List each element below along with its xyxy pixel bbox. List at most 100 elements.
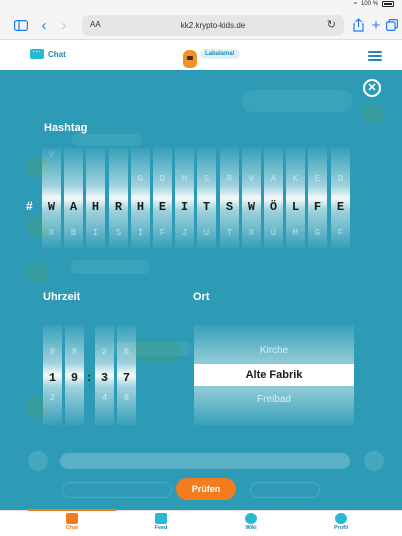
wheel-letter: F: [159, 228, 166, 238]
mascot-speech-bubble: Labalama!: [200, 49, 240, 59]
wheel-letter: U: [203, 228, 210, 238]
selected-digit: 9: [70, 371, 79, 385]
address-bar[interactable]: AA kk2.krypto-kids.de ↻: [82, 15, 344, 36]
time-digit-wheel[interactable]: 89: [65, 325, 84, 425]
menu-icon[interactable]: [368, 51, 382, 61]
background-message-bubble: [70, 260, 150, 274]
close-icon[interactable]: ✕: [363, 79, 381, 97]
background-send-button: [364, 451, 384, 471]
wheel-letter: G: [314, 228, 321, 238]
tab-feed[interactable]: Feed: [136, 513, 186, 531]
background-composer: [28, 451, 386, 471]
letter-wheel[interactable]: K L M: [286, 148, 305, 248]
wheel-letter: I: [137, 228, 144, 238]
background-message-field: [60, 453, 350, 469]
selected-letter: W: [47, 200, 56, 214]
tab-label: Profil: [333, 525, 349, 531]
time-digit-wheel[interactable]: 0 1 2: [43, 325, 62, 425]
forward-icon[interactable]: ›: [58, 15, 70, 35]
letter-wheel[interactable]: G H I: [131, 148, 150, 248]
wheel-digit: 8: [71, 347, 78, 357]
wheel-letter: D: [159, 174, 166, 184]
wheel-digit: 4: [101, 393, 108, 403]
wheel-letter: B: [70, 228, 77, 238]
browser-toolbar: ‹ › AA kk2.krypto-kids.de ↻ +: [0, 10, 402, 40]
background-attach-button: [28, 451, 48, 471]
hashtag-picker-overlay: ✕ Hashtag # VWXABHIRSGHIDEFHIJSTURSTVWXÄ…: [0, 70, 402, 510]
letter-wheel[interactable]: Ä Ö Ü: [264, 148, 283, 248]
new-tab-icon[interactable]: +: [369, 15, 383, 35]
selected-letter: H: [136, 200, 145, 214]
wheel-letter: X: [248, 228, 255, 238]
battery-label: 100 %: [360, 1, 378, 7]
time-digit-wheel[interactable]: 2 3 4: [95, 325, 114, 425]
time-separator: :: [87, 370, 91, 384]
selected-letter: L: [291, 200, 300, 214]
feed-icon: [155, 513, 167, 524]
sidebar-icon[interactable]: [12, 15, 30, 35]
tabs-icon[interactable]: [385, 15, 399, 35]
url-text: kk2.krypto-kids.de: [180, 21, 246, 30]
location-option-selected[interactable]: Alte Fabrik: [194, 364, 354, 386]
profile-icon: [335, 513, 347, 524]
letter-wheel[interactable]: R S T: [220, 148, 239, 248]
llama-mascot-icon: [183, 50, 197, 68]
time-digit-wheel[interactable]: 6 7 8: [117, 325, 136, 425]
selected-letter: I: [180, 200, 189, 214]
chat-header-link[interactable]: Chat: [30, 44, 66, 59]
tab-label: Chat: [65, 525, 79, 531]
wheel-digit: 2: [101, 347, 108, 357]
background-button: [130, 342, 182, 362]
letter-wheel[interactable]: AB: [64, 148, 83, 248]
time-title: Uhrzeit: [43, 291, 81, 303]
letter-wheel[interactable]: V W X: [242, 148, 261, 248]
background-message-bubble: [72, 134, 142, 146]
background-pill: [250, 482, 320, 498]
active-tab-indicator: [28, 509, 116, 511]
selected-letter: F: [313, 200, 322, 214]
hashtag-title: Hashtag: [44, 122, 88, 134]
location-title: Ort: [193, 291, 210, 303]
wheel-letter: H: [181, 174, 188, 184]
selected-letter: E: [336, 200, 345, 214]
wheel-letter: S: [115, 228, 122, 238]
wheel-letter: K: [292, 174, 299, 184]
wheel-letter: Ä: [270, 174, 277, 184]
letter-wheel[interactable]: HI: [86, 148, 105, 248]
tab-label: Wiki: [245, 525, 257, 531]
tab-profile[interactable]: Profil: [316, 513, 366, 531]
app-header: Chat Labalama!: [0, 40, 402, 70]
wheel-letter: T: [226, 228, 233, 238]
letter-wheel[interactable]: E F G: [308, 148, 327, 248]
selected-digit: 3: [100, 371, 109, 385]
letter-wheel[interactable]: RS: [109, 148, 128, 248]
letter-wheel[interactable]: H I J: [175, 148, 194, 248]
location-option[interactable]: Freibad: [194, 394, 354, 405]
letter-wheel[interactable]: D E F: [153, 148, 172, 248]
selected-letter: R: [114, 200, 123, 214]
back-icon[interactable]: ‹: [38, 15, 50, 35]
wheel-letter: V: [48, 150, 55, 160]
background-avatar: [26, 262, 48, 284]
wheel-digit: 6: [123, 347, 130, 357]
selected-letter: T: [202, 200, 211, 214]
letter-wheel[interactable]: S T U: [197, 148, 216, 248]
wheel-letter: X: [48, 228, 55, 238]
letter-wheel[interactable]: V W X: [42, 148, 61, 248]
location-picker[interactable]: Kirche Alte Fabrik Freibad: [194, 325, 354, 425]
tab-wiki[interactable]: Wiki: [226, 513, 276, 531]
tab-label: Feed: [154, 525, 168, 531]
battery-icon: [382, 1, 394, 7]
letter-wheel[interactable]: D E F: [331, 148, 350, 248]
chat-header-label: Chat: [48, 49, 66, 59]
reload-icon[interactable]: ↻: [327, 18, 336, 31]
share-icon[interactable]: [351, 15, 365, 35]
wheel-letter: E: [314, 174, 321, 184]
check-button[interactable]: Prüfen: [176, 478, 236, 500]
wheel-digit: 2: [49, 393, 56, 403]
location-option[interactable]: Kirche: [194, 345, 354, 356]
wheel-letter: V: [248, 174, 255, 184]
tab-chat[interactable]: Chat: [47, 513, 97, 531]
wheel-digit: 8: [123, 393, 130, 403]
selected-letter: E: [158, 200, 167, 214]
